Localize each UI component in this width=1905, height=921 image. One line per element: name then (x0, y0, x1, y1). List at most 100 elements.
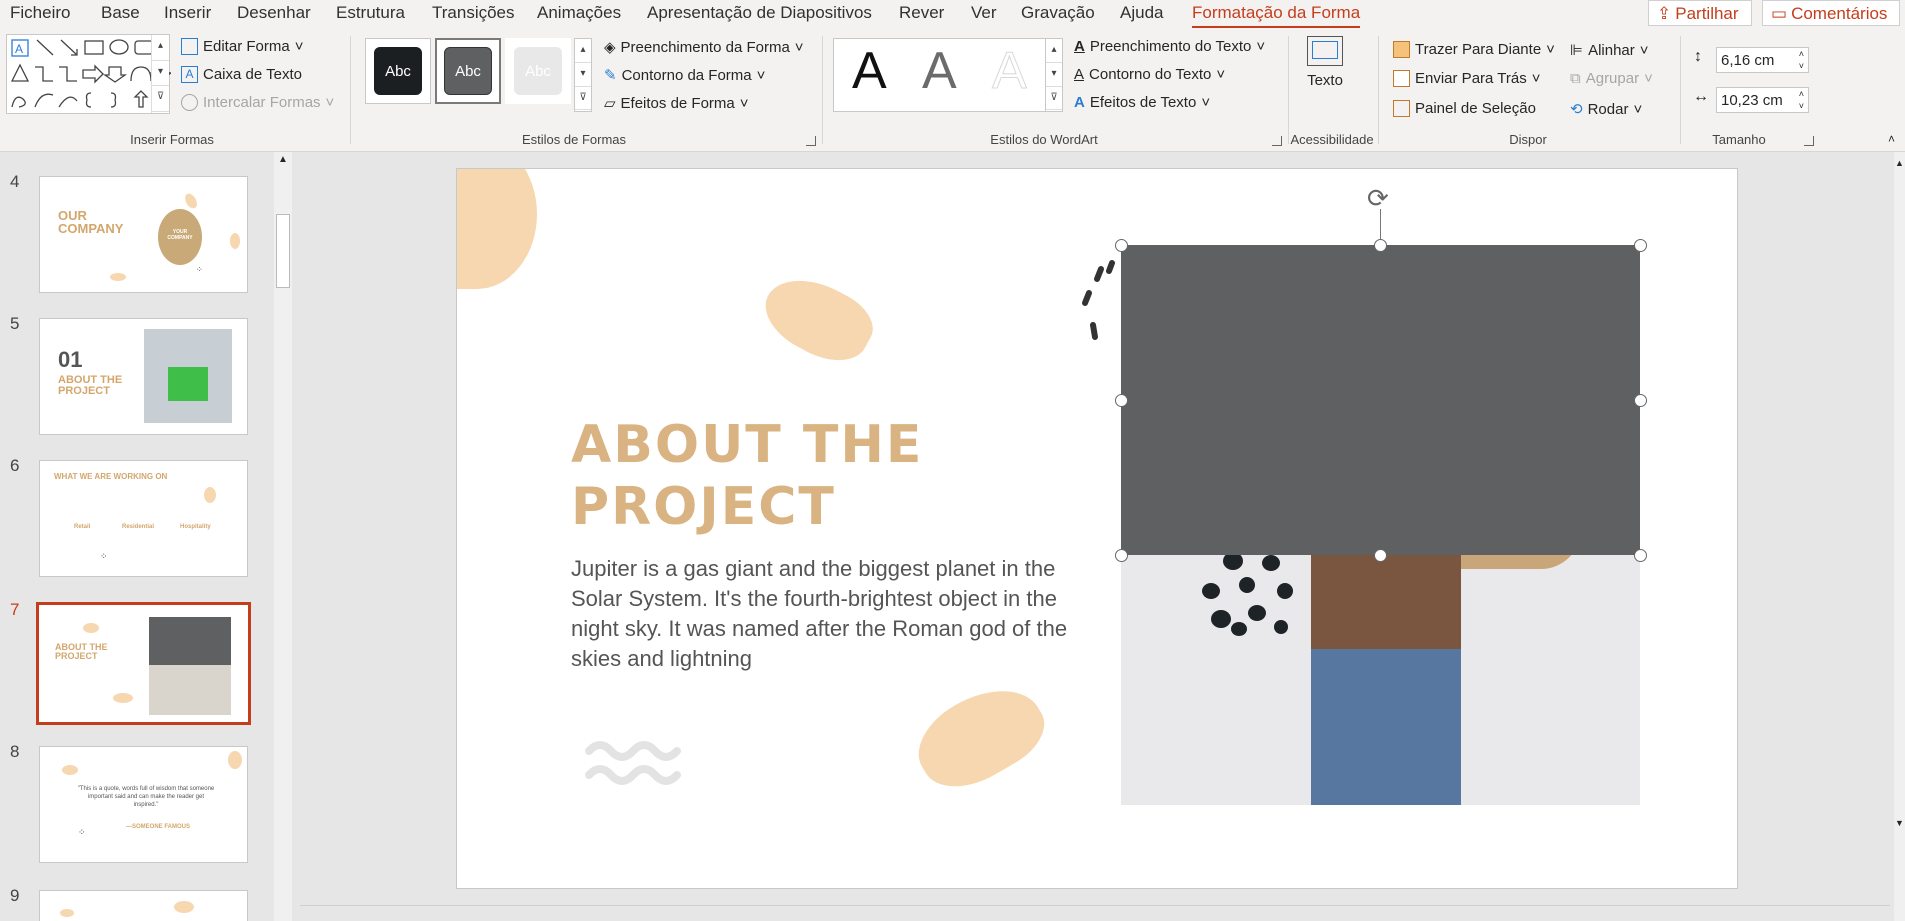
wordart-gallery[interactable]: A A A (833, 38, 1063, 112)
tab-review[interactable]: Rever (899, 3, 944, 23)
tab-file[interactable]: Ficheiro (10, 3, 70, 23)
slide-number: 8 (10, 742, 20, 761)
shape-outline-button[interactable]: ✎ Contorno da Forma ˅ (604, 66, 765, 85)
send-backward-button[interactable]: Enviar Para Trás ˅ (1393, 70, 1540, 87)
dialog-launcher-icon[interactable] (806, 136, 816, 146)
shape-styles-scroll[interactable]: ▴ ▾ ⊽ (574, 38, 592, 112)
collapse-ribbon-icon[interactable]: ˄ (1888, 132, 1895, 146)
share-button[interactable]: ⇪ Partilhar (1648, 0, 1752, 26)
merge-shapes-button[interactable]: Intercalar Formas ˅ (181, 94, 334, 111)
selection-pane-button[interactable]: Painel de Seleção (1393, 100, 1536, 117)
tab-help[interactable]: Ajuda (1120, 3, 1163, 23)
slide-thumbnail-8[interactable]: "This is a quote, words full of wisdom t… (39, 746, 248, 863)
align-icon: ⊫ (1570, 42, 1584, 59)
resize-handle-top-left[interactable] (1115, 239, 1128, 252)
scroll-up-icon[interactable]: ▲ (278, 154, 288, 165)
resize-handle-left[interactable] (1115, 394, 1128, 407)
send-backward-label: Enviar Para Trás (1415, 70, 1527, 87)
spinner-icon[interactable]: ˄ ˅ (1799, 88, 1804, 112)
wordart-style-outline[interactable]: A (992, 41, 1028, 101)
shape-height-input[interactable]: 6,16 cm ˄ ˅ (1716, 47, 1809, 73)
thumbnail-photo (144, 329, 232, 423)
slide-thumbnail-7[interactable]: ABOUT THE PROJECT (36, 602, 251, 725)
shapes-gallery-scroll[interactable]: ▴ ▾ ⊽ (151, 35, 169, 113)
slide-title-line1: ABOUT THE (571, 415, 924, 475)
tab-view[interactable]: Ver (971, 3, 997, 23)
text-effects-button[interactable]: A Efeitos de Texto ˅ (1074, 94, 1210, 111)
shape-style-light[interactable]: Abc (505, 38, 571, 104)
wordart-style-black[interactable]: A (852, 41, 887, 101)
tab-animations[interactable]: Animações (537, 3, 621, 23)
alt-text-button[interactable]: Texto (1307, 36, 1343, 89)
tab-insert[interactable]: Inserir (164, 3, 211, 23)
tab-transitions[interactable]: Transições (432, 3, 515, 23)
group-button[interactable]: ⧉ Agrupar ˅ (1570, 70, 1653, 87)
shape-style-dark[interactable]: Abc (365, 38, 431, 104)
bring-forward-button[interactable]: Trazer Para Diante ˅ (1393, 41, 1555, 58)
shape-width-input[interactable]: 10,23 cm ˄ ˅ (1716, 87, 1809, 113)
rotate-handle-icon[interactable]: ⟳ (1367, 185, 1389, 211)
chevron-down-icon: ˅ (739, 94, 749, 112)
text-outline-button[interactable]: A Contorno do Texto ˅ (1074, 66, 1225, 83)
tab-shape-format[interactable]: Formatação da Forma (1192, 3, 1361, 29)
thumbnail-author: —SOMEONE FAMOUS (126, 824, 191, 830)
text-fill-label: Preenchimento do Texto (1089, 38, 1252, 55)
dots-icon: ⁘ (100, 551, 108, 561)
wordart-style-gray[interactable]: A (922, 41, 957, 101)
scroll-up-icon[interactable]: ▲ (1895, 158, 1904, 168)
thumbnail-title: ABOUT THE PROJECT (55, 642, 108, 661)
resize-handle-bottom-left[interactable] (1115, 549, 1128, 562)
selected-rectangle-shape[interactable] (1121, 245, 1640, 555)
slide-thumbnail-9[interactable] (39, 890, 248, 921)
scroll-down-icon[interactable]: ▼ (1895, 818, 1904, 828)
slide-canvas[interactable]: ABOUT THE PROJECT Jupiter is a gas giant… (456, 168, 1738, 889)
shape-effects-button[interactable]: ▱ Efeitos de Forma ˅ (604, 94, 749, 113)
decorative-blob (174, 901, 194, 913)
tab-home[interactable]: Base (101, 3, 140, 23)
spinner-icon[interactable]: ˄ ˅ (1799, 48, 1804, 72)
share-icon: ⇪ (1657, 4, 1672, 23)
thumbnail-column: Hospitality (180, 524, 211, 530)
text-effects-icon: A (1074, 94, 1085, 111)
chevron-down-icon: ˅ (1531, 70, 1541, 87)
powerpoint-window: Ficheiro Base Inserir Desenhar Estrutura… (0, 0, 1905, 921)
tab-recording[interactable]: Gravação (1021, 3, 1095, 23)
shape-fill-button[interactable]: ◈ Preenchimento da Forma ˅ (604, 38, 804, 57)
text-box-button[interactable]: A Caixa de Texto (181, 66, 302, 83)
tab-slideshow[interactable]: Apresentação de Diapositivos (647, 3, 872, 23)
shape-style-gray[interactable]: Abc (435, 38, 501, 104)
tab-design[interactable]: Estrutura (336, 3, 405, 23)
chevron-down-icon: ˅ (294, 38, 304, 55)
resize-handle-bottom-right[interactable] (1634, 549, 1647, 562)
thumbnail-quote: "This is a quote, words full of wisdom t… (77, 786, 215, 808)
slide-thumbnail-6[interactable]: WHAT WE ARE WORKING ON Retail Residentia… (39, 460, 248, 577)
dialog-launcher-icon[interactable] (1272, 136, 1282, 146)
slide-thumbnail-4[interactable]: OUR COMPANY YOUR COMPANY ⁘ (39, 176, 248, 293)
slide-thumbnail-5[interactable]: 01 ABOUT THE PROJECT (39, 318, 248, 435)
slide-number: 9 (10, 886, 20, 905)
align-button[interactable]: ⊫ Alinhar ˅ (1570, 41, 1649, 60)
edit-shape-icon (181, 38, 198, 55)
resize-handle-top-right[interactable] (1634, 239, 1647, 252)
dialog-launcher-icon[interactable] (1804, 136, 1814, 146)
group-label-wordart: Estilos do WordArt (990, 132, 1098, 147)
resize-handle-right[interactable] (1634, 394, 1647, 407)
slide-title[interactable]: ABOUT THE PROJECT (571, 414, 923, 538)
comments-button[interactable]: ▭ Comentários (1762, 0, 1900, 26)
rotate-button[interactable]: ⟲ Rodar ˅ (1570, 100, 1642, 119)
tab-draw[interactable]: Desenhar (237, 3, 311, 23)
slide-number: 5 (10, 314, 20, 333)
resize-handle-bottom[interactable] (1374, 549, 1387, 562)
resize-handle-top[interactable] (1374, 239, 1387, 252)
editor-scrollbar[interactable]: ▲ ▼ (1894, 152, 1905, 921)
shape-effects-icon: ▱ (604, 95, 616, 112)
text-box-icon: A (181, 66, 198, 83)
scrollbar-thumb[interactable] (276, 214, 290, 288)
slide-body-text[interactable]: Jupiter is a gas giant and the biggest p… (571, 554, 1091, 674)
text-fill-button[interactable]: A Preenchimento do Texto ˅ (1074, 38, 1265, 55)
comments-label: Comentários (1791, 4, 1888, 23)
edit-shape-button[interactable]: Editar Forma ˅ (181, 38, 303, 55)
wordart-scroll[interactable]: ▴ ▾ ⊽ (1045, 38, 1063, 112)
shapes-gallery[interactable]: A ▴ ▾ ⊽ (6, 34, 171, 114)
thumbnails-scrollbar[interactable]: ▲ (274, 152, 292, 921)
